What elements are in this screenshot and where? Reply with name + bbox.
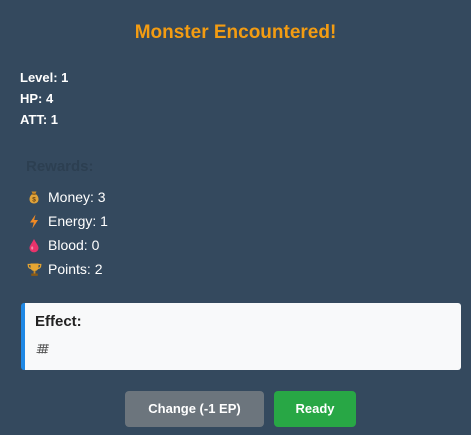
encounter-title: Monster Encountered! xyxy=(134,22,337,43)
monster-encounter-panel: Monster Encountered! Level: 1 HP: 4 ATT:… xyxy=(0,0,471,435)
reward-points: Points: 2 xyxy=(26,257,108,281)
rewards-section: Rewards: $ Money: 3 Energy: 1 Blood: 0 P… xyxy=(26,157,108,281)
lightning-icon xyxy=(26,213,42,229)
reward-energy-label: Energy: 1 xyxy=(48,213,108,229)
trophy-icon xyxy=(26,261,42,277)
svg-text:$: $ xyxy=(32,196,36,203)
rewards-title: Rewards: xyxy=(26,158,94,175)
change-button[interactable]: Change (-1 EP) xyxy=(125,391,264,427)
ready-button[interactable]: Ready xyxy=(274,391,356,427)
stat-att: ATT: 1 xyxy=(20,112,59,127)
reward-energy: Energy: 1 xyxy=(26,209,108,233)
money-bag-icon: $ xyxy=(26,189,42,205)
effect-title: Effect: xyxy=(35,313,82,330)
reward-money-label: Money: 3 xyxy=(48,189,106,205)
effect-glyph-icon xyxy=(36,341,50,355)
stat-level: Level: 1 xyxy=(20,70,69,85)
reward-blood-label: Blood: 0 xyxy=(48,237,100,253)
reward-money: $ Money: 3 xyxy=(26,185,108,209)
stat-hp: HP: 4 xyxy=(20,91,54,106)
monster-stats: Level: 1 HP: 4 ATT: 1 xyxy=(20,69,68,132)
blood-drop-icon xyxy=(26,237,42,253)
effect-box: Effect: xyxy=(21,303,461,370)
reward-points-label: Points: 2 xyxy=(48,261,103,277)
reward-blood: Blood: 0 xyxy=(26,233,108,257)
